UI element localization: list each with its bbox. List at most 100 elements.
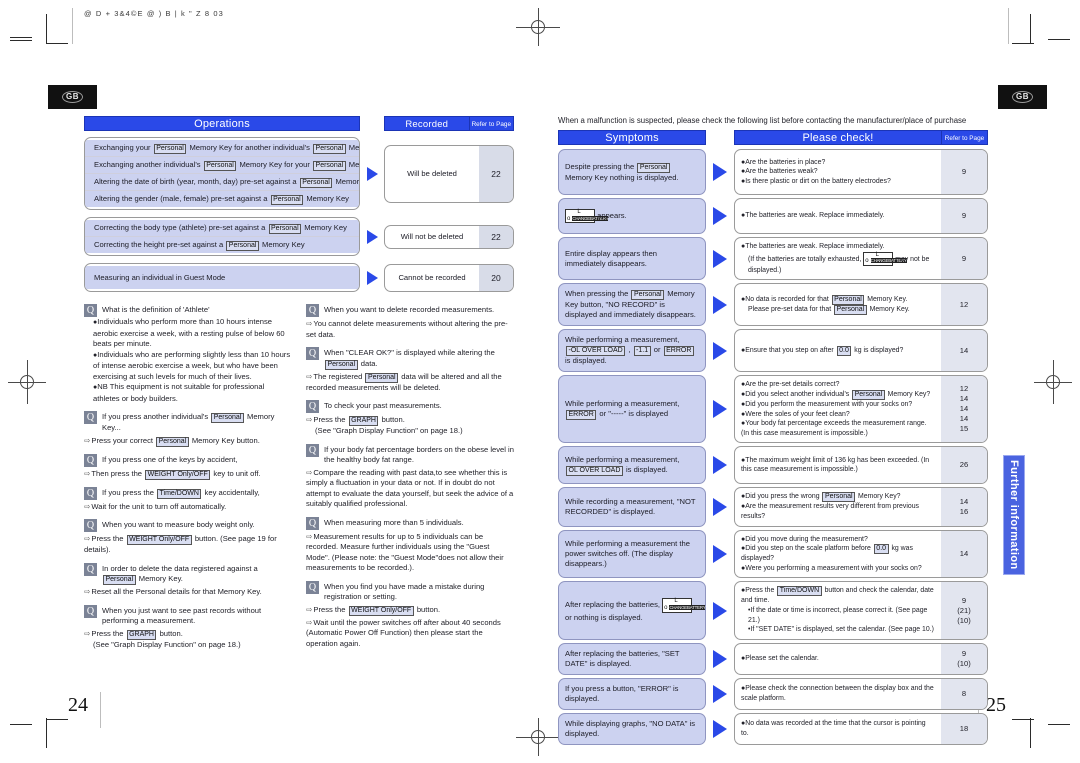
question-badge-icon: Q <box>306 304 319 317</box>
check-page-number[interactable]: 26 <box>941 447 987 484</box>
page-ref: 14 <box>959 394 969 404</box>
symptom-cell[interactable]: Despite pressing the Personal Memory Key… <box>558 149 706 195</box>
key-label-personal: Personal <box>831 294 865 305</box>
page-ref: (21) <box>957 605 971 615</box>
check-page-number[interactable]: 14 <box>941 330 987 372</box>
flow-arrow-wrapper <box>706 487 734 526</box>
faq-question-line: Q When you want to measure body weight on… <box>84 519 292 532</box>
arrow-right-icon <box>713 341 727 360</box>
symptom-cell[interactable]: If you press a button, "ERROR" is displa… <box>558 677 706 710</box>
faq-answer-text: ⇨Press the GRAPH button. <box>306 415 405 426</box>
page-ref: 18 <box>959 723 969 733</box>
symptom-cell[interactable]: After replacing the batteries, "SET DATE… <box>558 642 706 675</box>
faq-answer-text: ⇨Press the WEIGHT Only/OFF button. <box>306 604 441 616</box>
symptoms-header: Symptoms <box>558 130 706 145</box>
check-page-number[interactable]: 9 (21) (10) <box>941 582 987 639</box>
faq-item: Q When you want to delete recorded measur… <box>306 304 514 340</box>
check-cell: ●Please set the calendar. <box>735 644 941 674</box>
lcd-low-battery-icon: L oCHANGEBATTERY <box>565 208 609 224</box>
operation-item[interactable]: Measuring an individual in Guest Mode <box>85 266 359 289</box>
faq-item: Q When you find you have made a mistake d… <box>306 580 514 650</box>
operation-item[interactable]: Correcting the body type (athlete) pre-s… <box>85 220 359 237</box>
check-refer-to-page-header: Refer to Page <box>942 130 988 145</box>
check-item: ●Did you press the wrong Personal Memory… <box>741 492 901 503</box>
answer-arrow-icon: ⇨ <box>306 371 313 381</box>
result-page-number[interactable]: 22 <box>479 225 513 248</box>
faq-question-line: Q When you just want to see past records … <box>84 604 292 627</box>
operation-group: Exchanging your Personal Memory Key for … <box>84 137 360 210</box>
arrow-right-icon <box>366 270 378 285</box>
faq-answer-text: ⇨Wait until the power switches off after… <box>306 617 501 648</box>
operation-item[interactable]: Altering the gender (male, female) pre-s… <box>85 191 359 207</box>
symptom-text: While performing a measurement, ERROR or… <box>565 398 680 420</box>
key-label-weight-only-off: WEIGHT Only/OFF <box>348 605 414 616</box>
page-ref: 12 <box>959 299 969 309</box>
page-number-right: 25 <box>986 694 1006 716</box>
result-page-number[interactable]: 22 <box>479 145 513 202</box>
troubleshooting-row: While recording a measurement, "NOT RECO… <box>558 487 988 527</box>
faq-question-line: Q If you press another individual's Perso… <box>84 411 292 434</box>
page-gutter-left <box>100 692 101 728</box>
faq-question-text: If you press one of the keys by accident… <box>102 454 238 464</box>
symptom-cell[interactable]: After replacing the batteries, L oCHANGE… <box>558 581 706 640</box>
symptom-text: While performing a measurement, OL OVER … <box>565 454 680 476</box>
check-item: ●Is there plastic or dirt on the battery… <box>741 177 891 185</box>
operation-item[interactable]: Correcting the height pre-set against a … <box>85 237 359 253</box>
faq-column-left: Q What is the definition of 'Athlete' ●Ind… <box>84 304 292 657</box>
check-page-number[interactable]: 12 <box>941 284 987 326</box>
operation-item[interactable]: Exchanging your Personal Memory Key for … <box>85 140 359 157</box>
faq-answer-text: ⇨Then press the WEIGHT Only/OFF key to u… <box>84 468 261 480</box>
check-subitem: (If the batteries are totally exhausted,… <box>748 251 930 274</box>
check-page-number[interactable]: 14 16 <box>941 488 987 526</box>
recorded-refer-to-page-header: Refer to Page <box>469 116 514 131</box>
flow-arrow-wrapper <box>706 198 734 234</box>
symptom-cell[interactable]: While performing a measurement, -OL OVER… <box>558 329 706 373</box>
result-page-number[interactable]: 20 <box>479 264 513 291</box>
check-item: ●Did you step on the scale platform befo… <box>741 544 913 563</box>
operation-group: Correcting the body type (athlete) pre-s… <box>84 217 360 256</box>
flow-arrow-wrapper <box>706 283 734 326</box>
crop-mark-tr-v <box>1030 14 1031 44</box>
symptom-cell[interactable]: While recording a measurement, "NOT RECO… <box>558 487 706 527</box>
check-page-number[interactable]: 14 <box>941 530 987 578</box>
key-label-ol-over-load: OL OVER LOAD <box>566 465 623 476</box>
symptom-text: While recording a measurement, "NOT RECO… <box>565 496 696 516</box>
check-page-number[interactable]: 9 (10) <box>941 643 987 674</box>
check-page-number[interactable]: 18 <box>941 713 987 744</box>
crop-mark-bl-v <box>46 718 47 748</box>
faq-answer-text: ⇨Wait for the unit to turn off automatic… <box>84 501 227 511</box>
flow-arrow-wrapper <box>706 329 734 372</box>
arrow-right-icon <box>713 207 727 225</box>
answer-arrow-icon: ⇨ <box>84 468 91 478</box>
symptom-cell[interactable]: Entire display appears then immediately … <box>558 237 706 281</box>
symptom-cell[interactable]: While performing a measurement the power… <box>558 529 706 579</box>
symptom-cell[interactable]: L oCHANGEBATTERY appears. <box>558 198 706 234</box>
troubleshooting-row: While displaying graphs, "NO DATA" is di… <box>558 712 988 745</box>
check-item: ●No data was recorded at the time that t… <box>741 720 926 737</box>
key-label-personal: Personal <box>153 143 187 154</box>
operation-item[interactable]: Altering the date of birth (year, month,… <box>85 174 359 191</box>
symptom-cell[interactable]: When pressing the Personal Memory Key bu… <box>558 283 706 327</box>
symptom-cell[interactable]: While performing a measurement, ERROR or… <box>558 375 706 444</box>
manual-page-spread: @ D + 3&4©E @ ) B | k " Z 8 03 GB GB 24 … <box>0 0 1080 763</box>
page-ref: 14 <box>959 345 969 355</box>
check-item: ●The batteries are weak. Replace immedia… <box>741 212 885 220</box>
question-badge-icon: Q <box>306 347 319 360</box>
troubleshooting-row: While performing a measurement the power… <box>558 529 988 579</box>
check-cell: ●The maximum weight limit of 136 kg has … <box>735 447 941 483</box>
check-cell: ●No data is recorded for that Personal M… <box>735 284 941 325</box>
check-page-number[interactable]: 9 <box>941 199 987 233</box>
trim-line-right <box>1008 8 1009 44</box>
arrow-right-icon <box>713 719 727 738</box>
operation-item[interactable]: Exchanging another individual's Personal… <box>85 157 359 174</box>
symptom-cell[interactable]: While displaying graphs, "NO DATA" is di… <box>558 712 706 745</box>
troubleshooting-row: While performing a measurement, OL OVER … <box>558 446 988 485</box>
check-page-number[interactable]: 8 <box>941 678 987 709</box>
check-page-number[interactable]: 12 14 14 14 15 <box>941 376 987 443</box>
check-page-number[interactable]: 9 <box>941 238 987 280</box>
check-page-number[interactable]: 9 <box>941 150 987 194</box>
symptom-cell[interactable]: While performing a measurement, OL OVER … <box>558 446 706 485</box>
page-ref: 9 <box>961 253 967 263</box>
check-item: ●Did you select another individual's Per… <box>741 389 931 400</box>
faq-item: Q When you just want to see past records … <box>84 604 292 651</box>
